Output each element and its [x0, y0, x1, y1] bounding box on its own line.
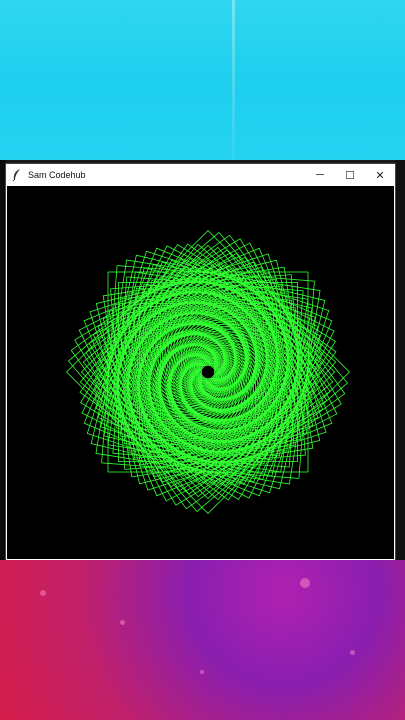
spiral-square: [89, 253, 327, 491]
maximize-button[interactable]: ☐: [335, 164, 365, 186]
glitter-speck: [300, 578, 310, 588]
spiral-square: [186, 350, 230, 394]
spiral-square: [123, 287, 293, 457]
spiral-square: [88, 252, 328, 492]
spiral-drawing: [66, 230, 350, 514]
spiral-square: [166, 330, 250, 414]
top-background-panel: [0, 0, 405, 160]
app-window[interactable]: Sam Codehub ─ ☐ ✕: [6, 164, 395, 560]
spiral-square: [103, 267, 313, 477]
window-titlebar[interactable]: Sam Codehub ─ ☐ ✕: [6, 164, 395, 186]
glitter-speck: [200, 670, 204, 674]
spiral-square: [83, 247, 333, 497]
screen: Sam Codehub ─ ☐ ✕: [0, 0, 405, 720]
bottom-background-panel: [0, 560, 405, 720]
spiral-square: [200, 364, 216, 380]
light-streak: [232, 0, 235, 160]
minimize-button[interactable]: ─: [305, 164, 335, 186]
feather-icon: [10, 168, 24, 182]
spiral-square: [78, 242, 338, 502]
spiral-square: [112, 276, 304, 468]
spiral-square: [83, 247, 333, 497]
spiral-square: [67, 231, 349, 513]
glitter-speck: [40, 590, 46, 596]
spiral-square: [103, 267, 313, 477]
window-title: Sam Codehub: [28, 170, 86, 180]
drawing-canvas[interactable]: [7, 186, 394, 559]
spiral-square: [112, 276, 304, 468]
spiral-square: [162, 326, 254, 418]
spiral-square: [123, 287, 293, 457]
desktop-right-edge: [395, 160, 405, 560]
spiral-square: [143, 307, 273, 437]
spiral-square: [123, 287, 293, 457]
close-button[interactable]: ✕: [365, 164, 395, 186]
glitter-speck: [350, 650, 355, 655]
glitter-speck: [120, 620, 125, 625]
spiral-square: [152, 316, 264, 428]
